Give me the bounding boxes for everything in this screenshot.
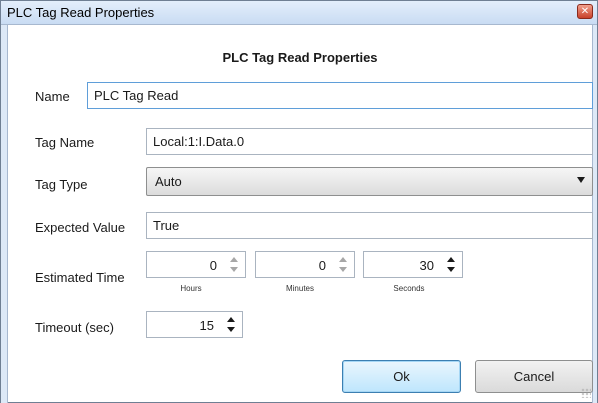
seconds-caption: Seconds (393, 284, 425, 293)
decrement-icon[interactable] (230, 267, 238, 272)
expected-value-label: Expected Value (35, 220, 126, 235)
timeout-value: 15 (199, 318, 214, 333)
title-bar[interactable]: PLC Tag Read Properties ✕ (1, 1, 597, 25)
seconds-stepper[interactable]: 30 (363, 251, 463, 278)
cancel-button[interactable]: Cancel (475, 360, 593, 393)
dialog-window: PLC Tag Read Properties ✕ PLC Tag Read P… (0, 0, 598, 403)
tag-type-label: Tag Type (35, 177, 88, 192)
hours-caption: Hours (180, 284, 202, 293)
increment-icon[interactable] (447, 257, 455, 262)
timeout-label: Timeout (sec) (35, 320, 114, 335)
seconds-spin-buttons[interactable] (444, 254, 458, 275)
name-label: Name (35, 89, 70, 104)
tag-type-select[interactable]: Auto (146, 167, 593, 196)
dialog-heading: PLC Tag Read Properties (222, 50, 378, 65)
window-frame-left (1, 25, 8, 403)
hours-stepper[interactable]: 0 (146, 251, 246, 278)
resize-grip-icon[interactable] (581, 388, 591, 398)
tag-type-selected: Auto (155, 174, 182, 189)
close-icon[interactable]: ✕ (577, 4, 593, 19)
timeout-spin-buttons[interactable] (224, 314, 238, 335)
increment-icon[interactable] (339, 257, 347, 262)
estimated-time-label: Estimated Time (35, 270, 125, 285)
increment-icon[interactable] (230, 257, 238, 262)
minutes-spin-buttons[interactable] (336, 254, 350, 275)
ok-button[interactable]: Ok (342, 360, 461, 393)
hours-spin-buttons[interactable] (227, 254, 241, 275)
hours-value: 0 (209, 258, 217, 273)
minutes-caption: Minutes (285, 284, 314, 293)
name-input[interactable]: PLC Tag Read (87, 82, 593, 109)
tag-name-input[interactable]: Local:1:I.Data.0 (146, 128, 593, 155)
decrement-icon[interactable] (447, 267, 455, 272)
increment-icon[interactable] (227, 317, 235, 322)
expected-value-input[interactable]: True (146, 212, 593, 239)
minutes-value: 0 (318, 258, 326, 273)
window-title: PLC Tag Read Properties (7, 5, 155, 20)
seconds-value: 30 (419, 258, 434, 273)
decrement-icon[interactable] (227, 327, 235, 332)
decrement-icon[interactable] (339, 267, 347, 272)
tag-name-label: Tag Name (35, 135, 95, 150)
timeout-stepper[interactable]: 15 (146, 311, 243, 338)
chevron-down-icon (577, 177, 585, 183)
minutes-stepper[interactable]: 0 (255, 251, 355, 278)
